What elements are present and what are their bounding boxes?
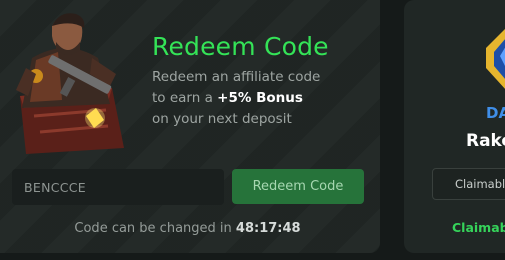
claimable-status: Claimab: [452, 220, 505, 235]
redeem-description: Redeem an affiliate code to earn a +5% B…: [152, 67, 372, 130]
affiliate-code-input[interactable]: [12, 169, 224, 205]
page: Redeem Code Redeem an affiliate code to …: [0, 0, 505, 260]
desc-line-2-prefix: to earn a: [152, 90, 218, 106]
side-card-subtitle: Rake: [466, 131, 505, 151]
bonus-text: +5% Bonus: [217, 90, 303, 106]
redeem-code-button[interactable]: Redeem Code: [232, 169, 364, 204]
cooldown-timer: 48:17:48: [235, 221, 301, 236]
redeem-title: Redeem Code: [152, 32, 329, 61]
diamond-rank-icon: [486, 29, 505, 89]
redeem-code-card: Redeem Code Redeem an affiliate code to …: [0, 0, 380, 253]
code-cooldown-text: Code can be changed in 48:17:48: [0, 221, 375, 236]
character-with-crate-illustration: [16, 13, 124, 154]
claimable-amount-box[interactable]: Claimable: [432, 168, 505, 200]
desc-line-1: Redeem an affiliate code: [152, 69, 321, 85]
side-reward-card: DA Rake Claimable Claimab: [404, 0, 505, 253]
desc-line-3: on your next deposit: [152, 111, 292, 127]
cooldown-label: Code can be changed in: [74, 221, 232, 236]
side-card-label: DA: [486, 104, 505, 122]
